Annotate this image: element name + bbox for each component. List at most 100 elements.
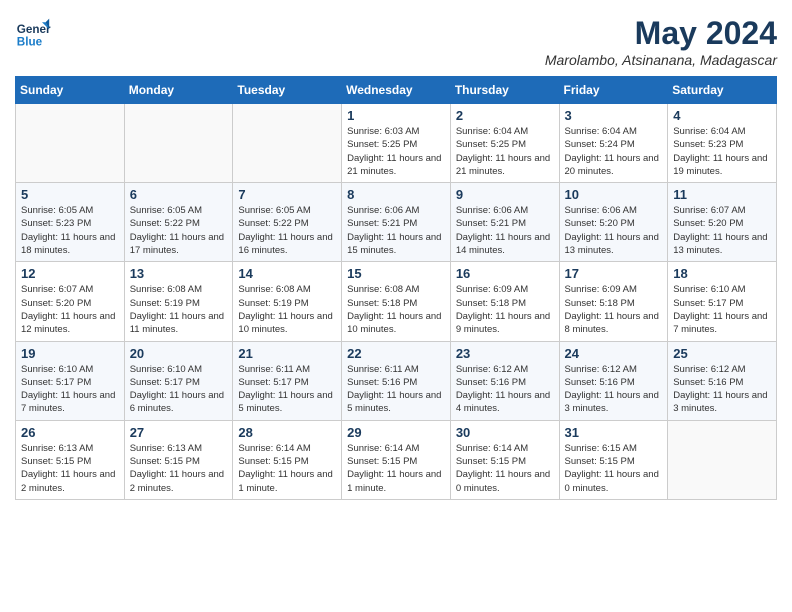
day-info: Sunrise: 6:10 AM Sunset: 5:17 PM Dayligh… [21,363,119,416]
calendar-cell: 23 Sunrise: 6:12 AM Sunset: 5:16 PM Dayl… [450,341,559,420]
sunrise: Sunrise: 6:14 AM [347,443,419,454]
day-info: Sunrise: 6:08 AM Sunset: 5:18 PM Dayligh… [347,283,445,336]
daylight: Daylight: 11 hours and 3 minutes. [673,390,767,414]
day-number: 13 [130,266,228,281]
calendar-cell: 13 Sunrise: 6:08 AM Sunset: 5:19 PM Dayl… [124,262,233,341]
day-info: Sunrise: 6:14 AM Sunset: 5:15 PM Dayligh… [456,442,554,495]
daylight: Daylight: 11 hours and 20 minutes. [565,153,659,177]
day-info: Sunrise: 6:05 AM Sunset: 5:22 PM Dayligh… [238,204,336,257]
month-title: May 2024 [545,15,777,52]
weekday-header-wednesday: Wednesday [342,77,451,104]
calendar-cell [233,104,342,183]
sunrise: Sunrise: 6:11 AM [347,364,419,375]
day-info: Sunrise: 6:12 AM Sunset: 5:16 PM Dayligh… [673,363,771,416]
day-info: Sunrise: 6:12 AM Sunset: 5:16 PM Dayligh… [456,363,554,416]
day-info: Sunrise: 6:12 AM Sunset: 5:16 PM Dayligh… [565,363,663,416]
daylight: Daylight: 11 hours and 0 minutes. [565,469,659,493]
weekday-row: SundayMondayTuesdayWednesdayThursdayFrid… [16,77,777,104]
day-info: Sunrise: 6:07 AM Sunset: 5:20 PM Dayligh… [21,283,119,336]
sunrise: Sunrise: 6:08 AM [238,284,310,295]
weekday-header-monday: Monday [124,77,233,104]
sunrise: Sunrise: 6:08 AM [347,284,419,295]
daylight: Daylight: 11 hours and 2 minutes. [21,469,115,493]
daylight: Daylight: 11 hours and 10 minutes. [238,311,332,335]
day-info: Sunrise: 6:08 AM Sunset: 5:19 PM Dayligh… [238,283,336,336]
sunrise: Sunrise: 6:05 AM [21,205,93,216]
day-info: Sunrise: 6:13 AM Sunset: 5:15 PM Dayligh… [21,442,119,495]
day-info: Sunrise: 6:05 AM Sunset: 5:22 PM Dayligh… [130,204,228,257]
day-number: 17 [565,266,663,281]
sunset: Sunset: 5:18 PM [347,298,417,309]
calendar-cell: 31 Sunrise: 6:15 AM Sunset: 5:15 PM Dayl… [559,420,668,499]
sunset: Sunset: 5:17 PM [673,298,743,309]
day-number: 23 [456,346,554,361]
day-number: 27 [130,425,228,440]
daylight: Daylight: 11 hours and 5 minutes. [347,390,441,414]
sunset: Sunset: 5:25 PM [347,139,417,150]
daylight: Daylight: 11 hours and 0 minutes. [456,469,550,493]
calendar-cell: 28 Sunrise: 6:14 AM Sunset: 5:15 PM Dayl… [233,420,342,499]
sunset: Sunset: 5:15 PM [456,456,526,467]
sunrise: Sunrise: 6:12 AM [565,364,637,375]
day-number: 14 [238,266,336,281]
day-number: 3 [565,108,663,123]
daylight: Daylight: 11 hours and 7 minutes. [673,311,767,335]
day-info: Sunrise: 6:06 AM Sunset: 5:21 PM Dayligh… [347,204,445,257]
sunrise: Sunrise: 6:06 AM [456,205,528,216]
sunset: Sunset: 5:15 PM [130,456,200,467]
logo: General Blue [15,15,51,51]
weekday-header-tuesday: Tuesday [233,77,342,104]
daylight: Daylight: 11 hours and 1 minute. [238,469,332,493]
sunrise: Sunrise: 6:03 AM [347,126,419,137]
day-number: 4 [673,108,771,123]
calendar-cell: 20 Sunrise: 6:10 AM Sunset: 5:17 PM Dayl… [124,341,233,420]
daylight: Daylight: 11 hours and 14 minutes. [456,232,550,256]
day-number: 25 [673,346,771,361]
location: Marolambo, Atsinanana, Madagascar [545,52,777,68]
day-info: Sunrise: 6:05 AM Sunset: 5:23 PM Dayligh… [21,204,119,257]
day-info: Sunrise: 6:04 AM Sunset: 5:24 PM Dayligh… [565,125,663,178]
calendar-cell: 12 Sunrise: 6:07 AM Sunset: 5:20 PM Dayl… [16,262,125,341]
sunrise: Sunrise: 6:07 AM [21,284,93,295]
sunset: Sunset: 5:15 PM [565,456,635,467]
calendar-cell: 14 Sunrise: 6:08 AM Sunset: 5:19 PM Dayl… [233,262,342,341]
calendar-week-1: 1 Sunrise: 6:03 AM Sunset: 5:25 PM Dayli… [16,104,777,183]
day-number: 8 [347,187,445,202]
calendar-cell: 30 Sunrise: 6:14 AM Sunset: 5:15 PM Dayl… [450,420,559,499]
daylight: Daylight: 11 hours and 8 minutes. [565,311,659,335]
day-info: Sunrise: 6:10 AM Sunset: 5:17 PM Dayligh… [673,283,771,336]
calendar-table: SundayMondayTuesdayWednesdayThursdayFrid… [15,76,777,500]
sunset: Sunset: 5:16 PM [565,377,635,388]
sunrise: Sunrise: 6:09 AM [565,284,637,295]
weekday-header-thursday: Thursday [450,77,559,104]
sunset: Sunset: 5:19 PM [238,298,308,309]
day-number: 18 [673,266,771,281]
day-number: 26 [21,425,119,440]
calendar-header: SundayMondayTuesdayWednesdayThursdayFrid… [16,77,777,104]
day-info: Sunrise: 6:06 AM Sunset: 5:21 PM Dayligh… [456,204,554,257]
day-number: 22 [347,346,445,361]
sunrise: Sunrise: 6:06 AM [565,205,637,216]
day-number: 9 [456,187,554,202]
daylight: Daylight: 11 hours and 13 minutes. [673,232,767,256]
daylight: Daylight: 11 hours and 1 minute. [347,469,441,493]
calendar-cell: 9 Sunrise: 6:06 AM Sunset: 5:21 PM Dayli… [450,183,559,262]
daylight: Daylight: 11 hours and 4 minutes. [456,390,550,414]
sunrise: Sunrise: 6:11 AM [238,364,310,375]
calendar-cell: 19 Sunrise: 6:10 AM Sunset: 5:17 PM Dayl… [16,341,125,420]
day-number: 12 [21,266,119,281]
sunset: Sunset: 5:23 PM [673,139,743,150]
daylight: Daylight: 11 hours and 6 minutes. [130,390,224,414]
sunset: Sunset: 5:16 PM [347,377,417,388]
daylight: Daylight: 11 hours and 11 minutes. [130,311,224,335]
sunrise: Sunrise: 6:14 AM [456,443,528,454]
calendar-cell: 11 Sunrise: 6:07 AM Sunset: 5:20 PM Dayl… [668,183,777,262]
calendar-cell: 22 Sunrise: 6:11 AM Sunset: 5:16 PM Dayl… [342,341,451,420]
day-number: 5 [21,187,119,202]
day-info: Sunrise: 6:04 AM Sunset: 5:25 PM Dayligh… [456,125,554,178]
sunset: Sunset: 5:20 PM [673,218,743,229]
sunrise: Sunrise: 6:05 AM [130,205,202,216]
title-section: May 2024 Marolambo, Atsinanana, Madagasc… [545,15,777,68]
daylight: Daylight: 11 hours and 2 minutes. [130,469,224,493]
logo-icon: General Blue [15,15,51,51]
